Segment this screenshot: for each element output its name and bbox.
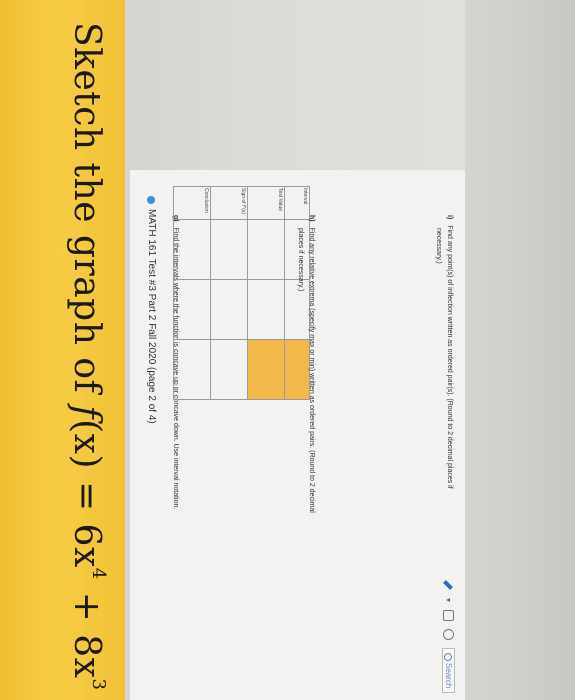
- question-h-label: h): [308, 215, 315, 222]
- table-cell[interactable]: [173, 219, 211, 280]
- table-cell[interactable]: [210, 279, 248, 340]
- question-i-text-2: necessary.): [435, 228, 442, 264]
- pen-icon[interactable]: [443, 580, 454, 590]
- question-i: i) Find any point(s) of inflection writte…: [433, 215, 455, 489]
- title-exponent-1: 4: [88, 567, 109, 580]
- table-cell[interactable]: [247, 279, 285, 340]
- table-cell[interactable]: [173, 339, 211, 400]
- table-row-header: Test Value: [247, 186, 285, 220]
- table-row-header: Conclusion: [173, 186, 211, 220]
- page-title: Sketch the graph of f(x) = 6x4 + 8x3: [66, 22, 109, 690]
- question-i-text: Find any point(s) of inflection written …: [446, 225, 453, 489]
- save-icon[interactable]: [443, 610, 454, 622]
- search-icon: [444, 653, 453, 662]
- rotated-scene: ▾ Search MATH 161 Test #3 Part 2 Fall 20…: [0, 0, 575, 700]
- title-function: f: [66, 405, 107, 420]
- title-exponent-2: 3: [88, 678, 109, 691]
- table-cell[interactable]: [173, 279, 211, 340]
- table-cell[interactable]: [247, 219, 285, 280]
- title-prefix: Sketch the graph of: [66, 22, 107, 406]
- table-cell-highlight[interactable]: [247, 339, 285, 400]
- question-h-text-2: places if necessary.): [297, 228, 304, 292]
- search-label: Search: [444, 663, 453, 689]
- table-cell[interactable]: [210, 339, 248, 400]
- concavity-table: Interval Test Value Sign of f''(x) Concl…: [173, 186, 310, 400]
- photo-stage: ▾ Search MATH 161 Test #3 Part 2 Fall 20…: [0, 0, 575, 700]
- title-argument: (x) = 6x: [66, 419, 107, 568]
- table-row-header: Sign of f''(x): [210, 186, 248, 220]
- chevron-down-icon[interactable]: ▾: [444, 598, 453, 602]
- title-banner: Sketch the graph of f(x) = 6x4 + 8x3: [0, 0, 125, 700]
- question-h-text: Find any relative extrema (specify max o…: [308, 227, 315, 513]
- viewer-toolbar: ▾ Search: [442, 580, 455, 694]
- document-title: MATH 161 Test #3 Part 2 Fall 2020 (page …: [146, 196, 157, 424]
- search-input[interactable]: Search: [442, 648, 455, 694]
- question-i-label: i): [446, 215, 453, 220]
- question-h: h) Find any relative extrema (specify max…: [295, 215, 317, 513]
- document-icon: [147, 196, 156, 204]
- title-second-term: + 8x: [66, 579, 107, 679]
- document-title-text: MATH 161 Test #3 Part 2 Fall 2020 (page …: [146, 209, 157, 424]
- table-cell[interactable]: [210, 219, 248, 280]
- screen-background: [465, 0, 575, 700]
- zoom-icon[interactable]: [443, 629, 454, 641]
